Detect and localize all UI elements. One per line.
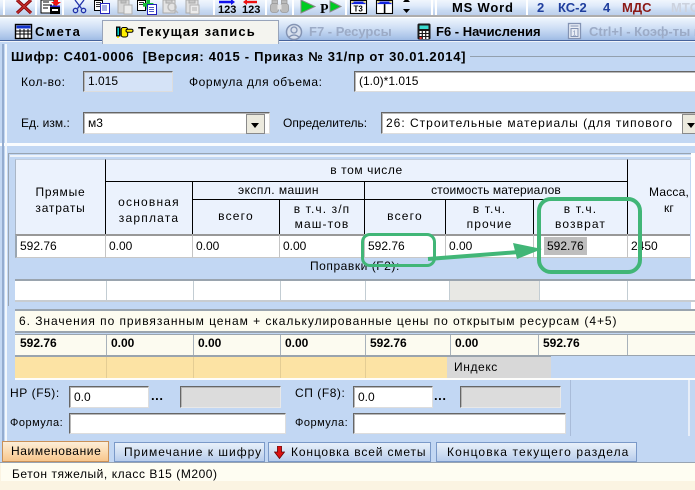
svg-text:123: 123 xyxy=(218,4,236,16)
svg-text:1: 1 xyxy=(573,31,577,38)
svg-text:123: 123 xyxy=(242,4,260,16)
svg-text:T3: T3 xyxy=(354,5,364,14)
svg-text:P: P xyxy=(320,2,329,17)
